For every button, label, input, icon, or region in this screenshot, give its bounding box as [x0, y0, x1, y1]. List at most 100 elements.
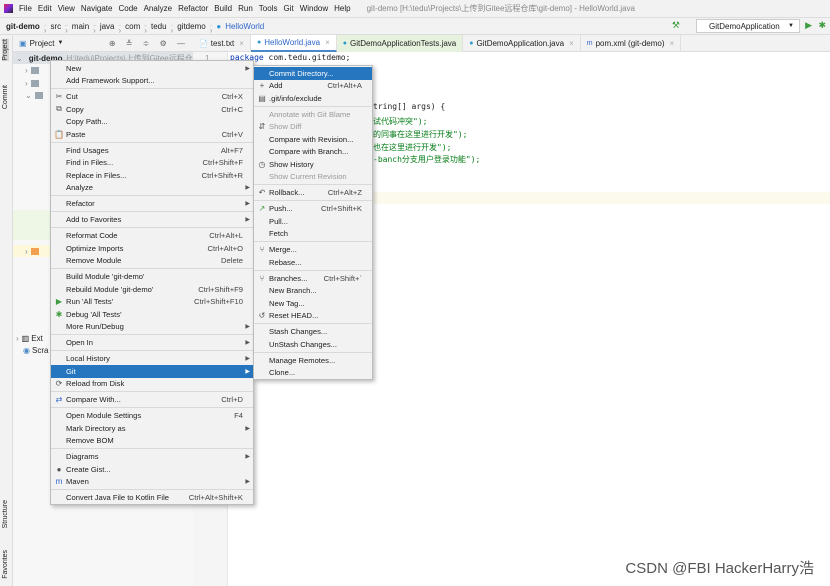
- menu-item-commit-directory[interactable]: Commit Directory...: [254, 67, 372, 80]
- menu-item-compare-with[interactable]: ⇄ Compare With... Ctrl+D: [51, 394, 253, 407]
- menu-item-debug-all-tests[interactable]: ✱ Debug 'All Tests': [51, 308, 253, 321]
- tab-gitdemoapplication-java[interactable]: ● GitDemoApplication.java ×: [463, 35, 581, 52]
- menu-item-add-to-favorites[interactable]: Add to Favorites ▶: [51, 214, 253, 227]
- commit-tool-tab[interactable]: Commit: [2, 85, 9, 109]
- menu-item-new-tag[interactable]: New Tag...: [254, 297, 372, 310]
- menu-analyze[interactable]: Analyze: [144, 4, 172, 13]
- menu-item-compare-with-revision[interactable]: Compare with Revision...: [254, 133, 372, 146]
- breadcrumb-item[interactable]: gitdemo: [177, 22, 205, 31]
- compare-with-icon: ⇄: [55, 395, 63, 405]
- menu-item-paste[interactable]: 📋 Paste Ctrl+V: [51, 128, 253, 141]
- menu-item-reformat-code[interactable]: Reformat Code Ctrl+Alt+L: [51, 230, 253, 243]
- menu-item-show-history[interactable]: ◷ Show History: [254, 158, 372, 171]
- menu-item-reload-from-disk[interactable]: ⟳ Reload from Disk: [51, 378, 253, 391]
- folder-icon: [34, 91, 43, 99]
- menu-tools[interactable]: Tools: [259, 4, 278, 13]
- shortcut: Delete: [221, 256, 243, 266]
- menu-item-new[interactable]: New ▶: [51, 62, 253, 75]
- menu-item-open-module-settings[interactable]: Open Module Settings F4: [51, 410, 253, 423]
- menu-item-analyze[interactable]: Analyze ▶: [51, 182, 253, 195]
- menu-item-diagrams[interactable]: Diagrams ▶: [51, 451, 253, 464]
- menu-item-convert-java-file-to-kotlin-file[interactable]: Convert Java File to Kotlin File Ctrl+Alt…: [51, 492, 253, 505]
- run-config-label: GitDemoApplication: [709, 21, 780, 31]
- menu-item-cut[interactable]: ✂ Cut Ctrl+X: [51, 91, 253, 104]
- debug-icon[interactable]: ✱: [818, 20, 826, 31]
- menu-item-run-all-tests[interactable]: ▶ Run 'All Tests' Ctrl+Shift+F10: [51, 296, 253, 309]
- menu-item-copy[interactable]: ⧉ Copy Ctrl+C: [51, 103, 253, 116]
- menu-build[interactable]: Build: [214, 4, 232, 13]
- breadcrumb-item[interactable]: main: [72, 22, 89, 31]
- menu-help[interactable]: Help: [334, 4, 350, 13]
- menu-item-rebase[interactable]: Rebase...: [254, 256, 372, 269]
- tab-helloworld-java[interactable]: ● HelloWorld.java ×: [250, 35, 337, 52]
- close-icon[interactable]: ×: [325, 38, 330, 47]
- breadcrumb-item[interactable]: java: [100, 22, 115, 31]
- menu-item-mark-directory-as[interactable]: Mark Directory as ▶: [51, 422, 253, 435]
- structure-tool-tab[interactable]: Structure: [2, 500, 9, 528]
- menu-edit[interactable]: Edit: [38, 4, 52, 13]
- menu-item-stash-changes[interactable]: Stash Changes...: [254, 326, 372, 339]
- menu-item-replace-in-files[interactable]: Replace in Files... Ctrl+Shift+R: [51, 169, 253, 182]
- tab-test-txt[interactable]: 📄 test.txt ×: [193, 35, 251, 52]
- breadcrumb-item[interactable]: com: [125, 22, 140, 31]
- menu-item-manage-remotes[interactable]: Manage Remotes...: [254, 354, 372, 367]
- menu-item-create-gist[interactable]: ● Create Gist...: [51, 463, 253, 476]
- external-libraries[interactable]: Ext: [31, 334, 43, 343]
- menu-item-refactor[interactable]: Refactor ▶: [51, 198, 253, 211]
- chevron-right-icon: ›: [170, 25, 174, 36]
- menu-run[interactable]: Run: [238, 4, 253, 13]
- menu-item-find-usages[interactable]: Find Usages Alt+F7: [51, 144, 253, 157]
- tab-pom-xml-git-demo[interactable]: m pom.xml (git-demo) ×: [581, 35, 682, 52]
- breadcrumb-item[interactable]: HelloWorld: [225, 22, 264, 31]
- scratches[interactable]: Scra: [32, 346, 48, 355]
- menu-item-add-framework-support[interactable]: Add Framework Support...: [51, 75, 253, 88]
- close-icon[interactable]: ×: [670, 39, 675, 48]
- menu-file[interactable]: File: [19, 4, 32, 13]
- menu-code[interactable]: Code: [118, 4, 137, 13]
- menu-item-find-in-files[interactable]: Find in Files... Ctrl+Shift+F: [51, 157, 253, 170]
- menu-item-merge[interactable]: ⑂ Merge...: [254, 244, 372, 257]
- tab-gitdemoapplicationtests-java[interactable]: ● GitDemoApplicationTests.java: [336, 35, 464, 52]
- breadcrumb-item[interactable]: src: [50, 22, 61, 31]
- menu-item-fetch[interactable]: Fetch: [254, 228, 372, 241]
- run-icon[interactable]: ▶: [805, 20, 812, 31]
- project-view-select[interactable]: Project: [30, 39, 55, 48]
- menu-item-rollback[interactable]: ↶ Rollback... Ctrl+Alt+Z: [254, 187, 372, 200]
- panel-tools[interactable]: ⊕ ≚ ≑ ⚙ —: [109, 39, 189, 48]
- close-icon[interactable]: ×: [569, 39, 574, 48]
- menu-item-build-module-git-demo[interactable]: Build Module 'git-demo': [51, 271, 253, 284]
- favorites-tool-tab[interactable]: Favorites: [2, 550, 9, 579]
- run-config-select[interactable]: GitDemoApplication ▼: [696, 19, 800, 33]
- menu-navigate[interactable]: Navigate: [81, 4, 113, 13]
- menu-item-copy-path[interactable]: Copy Path...: [51, 116, 253, 129]
- breadcrumb-item[interactable]: git-demo: [6, 22, 40, 31]
- close-icon[interactable]: ×: [239, 39, 244, 48]
- menu-item-push[interactable]: ↗ Push... Ctrl+Shift+K: [254, 203, 372, 216]
- menu-item-rebuild-module-git-demo[interactable]: Rebuild Module 'git-demo' Ctrl+Shift+F9: [51, 283, 253, 296]
- menu-item-remove-bom[interactable]: Remove BOM: [51, 435, 253, 448]
- menu-window[interactable]: Window: [300, 4, 328, 13]
- menu-item-local-history[interactable]: Local History ▶: [51, 353, 253, 366]
- project-tool-tab[interactable]: Project: [2, 39, 9, 61]
- menu-item-reset-head[interactable]: ↺ Reset HEAD...: [254, 310, 372, 323]
- menu-item-git[interactable]: Git ▶: [51, 365, 253, 378]
- menu-item-remove-module[interactable]: Remove Module Delete: [51, 255, 253, 268]
- menu-item-pull[interactable]: Pull...: [254, 215, 372, 228]
- menu-item-open-in[interactable]: Open In ▶: [51, 337, 253, 350]
- build-hammer-icon[interactable]: ⚒: [672, 20, 680, 31]
- menu-item-clone[interactable]: Clone...: [254, 367, 372, 380]
- menu-item-unstash-changes[interactable]: UnStash Changes...: [254, 338, 372, 351]
- menu-item-add[interactable]: + Add Ctrl+Alt+A: [254, 80, 372, 93]
- menu-view[interactable]: View: [58, 4, 75, 13]
- menu-refactor[interactable]: Refactor: [178, 4, 208, 13]
- menu-git[interactable]: Git: [283, 4, 293, 13]
- menu-item-branches[interactable]: ⑂ Branches... Ctrl+Shift+`: [254, 272, 372, 285]
- shortcut: Ctrl+Alt+L: [209, 231, 243, 241]
- menu-item-new-branch[interactable]: New Branch...: [254, 285, 372, 298]
- menu-item-optimize-imports[interactable]: Optimize Imports Ctrl+Alt+O: [51, 242, 253, 255]
- menu-item-maven[interactable]: m Maven ▶: [51, 476, 253, 489]
- breadcrumb-item[interactable]: tedu: [151, 22, 167, 31]
- menu-item-git-info-exclude[interactable]: ▤ .git/info/exclude: [254, 92, 372, 105]
- menu-item-compare-with-branch[interactable]: Compare with Branch...: [254, 146, 372, 159]
- menu-item-more-run-debug[interactable]: More Run/Debug ▶: [51, 321, 253, 334]
